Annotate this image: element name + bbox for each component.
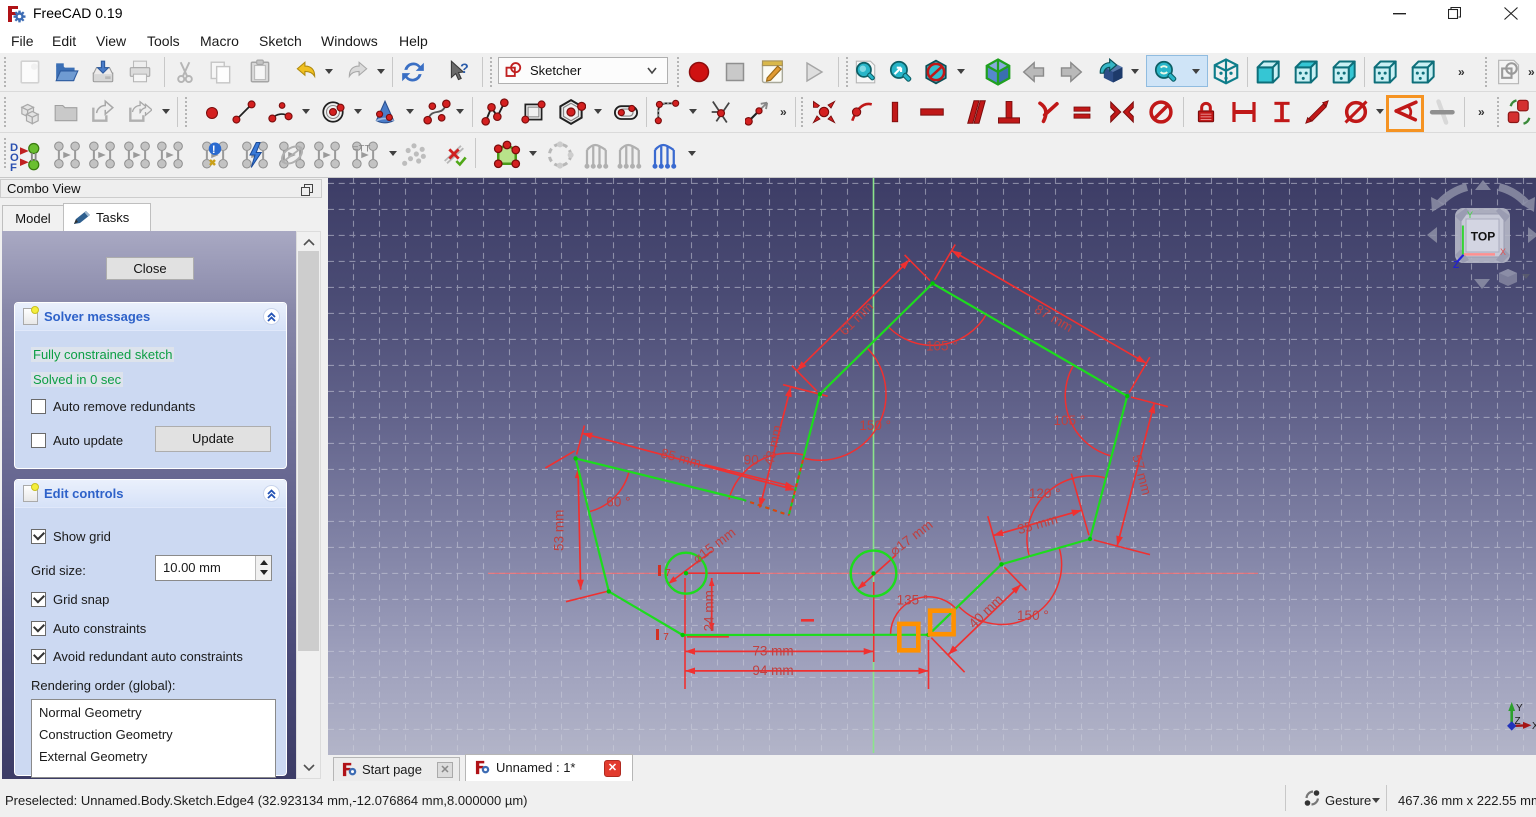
svg-text:!: ! xyxy=(212,144,216,156)
svg-text:Y: Y xyxy=(1467,210,1473,220)
svg-text:X: X xyxy=(1500,247,1506,257)
svg-text:Z: Z xyxy=(1453,260,1459,271)
svg-text:135 °: 135 ° xyxy=(897,592,929,607)
svg-text:Y: Y xyxy=(1516,703,1523,714)
svg-text:60 °: 60 ° xyxy=(606,494,630,509)
svg-text:94 mm: 94 mm xyxy=(752,663,793,678)
svg-text:24 mm: 24 mm xyxy=(701,590,716,631)
svg-text:TOP: TOP xyxy=(1471,230,1495,244)
svg-text:=TT: =TT xyxy=(353,144,371,155)
svg-text:X: X xyxy=(1532,721,1536,732)
svg-text:150 °: 150 ° xyxy=(1017,608,1049,623)
svg-text:120 °: 120 ° xyxy=(1029,486,1061,501)
svg-text:7: 7 xyxy=(665,568,671,579)
svg-text:Z: Z xyxy=(1515,716,1521,727)
svg-text:7: 7 xyxy=(663,632,669,643)
svg-text:?: ? xyxy=(460,60,469,76)
svg-text:F: F xyxy=(10,162,17,171)
svg-text:105 °: 105 ° xyxy=(926,338,958,353)
svg-text:73 mm: 73 mm xyxy=(752,643,793,658)
svg-text:105 °: 105 ° xyxy=(1053,413,1085,428)
svg-text:53 mm: 53 mm xyxy=(551,510,566,551)
svg-text:150 °: 150 ° xyxy=(859,418,891,433)
